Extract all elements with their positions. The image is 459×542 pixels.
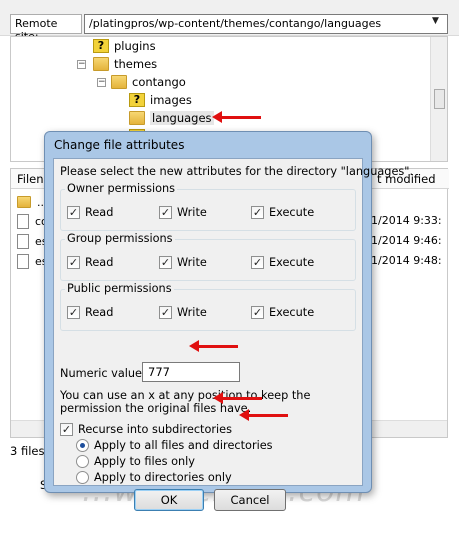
file-row[interactable]: ..: [17, 193, 44, 211]
radio-icon: [76, 471, 89, 484]
hint-text: You can use an x at any position to keep…: [60, 389, 311, 415]
recurse-checkbox[interactable]: ✓ Recurse into subdirectories: [60, 423, 232, 436]
tree-item-label: plugins: [114, 39, 156, 53]
checkbox-label: Execute: [269, 306, 315, 319]
group-permissions-group: Group permissions ✓ Read ✓ Write ✓ Execute: [60, 232, 356, 281]
change-file-attributes-dialog: Change file attributes Please select the…: [44, 131, 413, 511]
file-icon: [17, 253, 29, 269]
folder-icon: [17, 196, 31, 208]
owner-read-checkbox[interactable]: ✓ Read: [67, 206, 113, 219]
owner-execute-checkbox[interactable]: ✓ Execute: [251, 206, 314, 219]
checkbox-checked-icon: ✓: [67, 206, 80, 219]
tree-item-label: contango: [132, 75, 186, 89]
checkbox-checked-icon: ✓: [251, 256, 264, 269]
checkbox-checked-icon: ✓: [67, 306, 80, 319]
tree-item-languages[interactable]: languages: [129, 109, 214, 127]
file-row[interactable]: es: [17, 232, 48, 250]
public-execute-checkbox[interactable]: ✓ Execute: [251, 306, 314, 319]
numeric-value-input[interactable]: 777: [142, 362, 240, 382]
radio-label: Apply to files only: [94, 455, 195, 468]
tree-item-label: themes: [114, 57, 158, 71]
radio-directories-only[interactable]: Apply to directories only: [76, 471, 232, 484]
checkbox-checked-icon: ✓: [159, 306, 172, 319]
annotation-arrow: [213, 392, 262, 404]
checkbox-checked-icon: ✓: [251, 206, 264, 219]
radio-all-files-and-directories[interactable]: Apply to all files and directories: [76, 439, 273, 452]
file-icon: [17, 233, 29, 249]
dialog-body: Please select the new attributes for the…: [53, 158, 413, 511]
tree-item-contango[interactable]: contango: [111, 73, 186, 91]
radio-files-only[interactable]: Apply to files only: [76, 455, 195, 468]
dialog-intro: Please select the new attributes for the…: [60, 165, 414, 178]
file-icon: [17, 213, 29, 229]
checkbox-label: Write: [177, 256, 207, 269]
group-label: Owner permissions: [65, 182, 178, 195]
group-execute-checkbox[interactable]: ✓ Execute: [251, 256, 314, 269]
collapse-icon[interactable]: −: [77, 60, 86, 69]
remote-path-input[interactable]: /platingpros/wp-content/themes/contango/…: [84, 14, 448, 34]
scrollbar-thumb[interactable]: [434, 89, 445, 109]
tree-item-plugins[interactable]: ? plugins: [93, 37, 156, 55]
tree-item-label: languages: [150, 111, 214, 125]
public-permissions-group: Public permissions ✓ Read ✓ Write ✓ Execute: [60, 282, 356, 331]
group-label: Group permissions: [65, 232, 175, 245]
checkbox-label: Write: [177, 206, 207, 219]
radio-label: Apply to directories only: [94, 471, 232, 484]
checkbox-label: Read: [85, 256, 114, 269]
radio-label: Apply to all files and directories: [94, 439, 273, 452]
checkbox-checked-icon: ✓: [159, 256, 172, 269]
radio-selected-icon: [76, 439, 89, 452]
collapse-icon[interactable]: −: [97, 78, 106, 87]
checkbox-checked-icon: ✓: [159, 206, 172, 219]
dialog-title: Change file attributes: [54, 138, 185, 152]
group-read-checkbox[interactable]: ✓ Read: [67, 256, 113, 269]
file-row[interactable]: es: [17, 252, 48, 270]
checkbox-label: Execute: [269, 206, 315, 219]
ok-button[interactable]: OK: [134, 489, 204, 511]
file-date: 1/2014 9:48:: [371, 254, 442, 267]
remote-site-label: Remote site:: [10, 14, 82, 43]
checkbox-checked-icon: ✓: [251, 306, 264, 319]
file-date: 1/2014 9:33:: [371, 214, 442, 227]
remote-site-bar: Remote site: /platingpros/wp-content/the…: [0, 0, 459, 43]
cancel-button[interactable]: Cancel: [214, 489, 286, 511]
group-write-checkbox[interactable]: ✓ Write: [159, 256, 207, 269]
annotation-arrow: [239, 409, 288, 421]
owner-permissions-group: Owner permissions ✓ Read ✓ Write ✓ Execute: [60, 182, 356, 231]
unknown-folder-icon: ?: [129, 93, 145, 107]
checkbox-label: Recurse into subdirectories: [78, 423, 233, 436]
file-date: 1/2014 9:46:: [371, 234, 442, 247]
public-write-checkbox[interactable]: ✓ Write: [159, 306, 207, 319]
checkbox-label: Read: [85, 306, 114, 319]
unknown-folder-icon: ?: [93, 39, 109, 53]
annotation-arrow: [189, 340, 238, 352]
tree-item-themes[interactable]: themes: [93, 55, 157, 73]
radio-icon: [76, 455, 89, 468]
checkbox-label: Write: [177, 306, 207, 319]
tree-scrollbar[interactable]: [430, 37, 447, 161]
owner-write-checkbox[interactable]: ✓ Write: [159, 206, 207, 219]
status-text: 3 files: [10, 444, 45, 458]
checkbox-checked-icon: ✓: [67, 256, 80, 269]
tree-item-label: images: [150, 93, 192, 107]
chevron-down-icon[interactable]: ▼: [432, 16, 439, 26]
folder-icon: [129, 111, 145, 125]
public-read-checkbox[interactable]: ✓ Read: [67, 306, 113, 319]
checkbox-checked-icon: ✓: [60, 423, 73, 436]
folder-icon: [111, 75, 127, 89]
numeric-value-label: Numeric value:: [60, 367, 146, 380]
tree-item-images[interactable]: ? images: [129, 91, 192, 109]
checkbox-label: Read: [85, 206, 114, 219]
file-name: ..: [37, 195, 44, 209]
folder-icon: [93, 57, 109, 71]
group-label: Public permissions: [65, 282, 174, 295]
checkbox-label: Execute: [269, 256, 315, 269]
annotation-arrow: [212, 111, 261, 123]
